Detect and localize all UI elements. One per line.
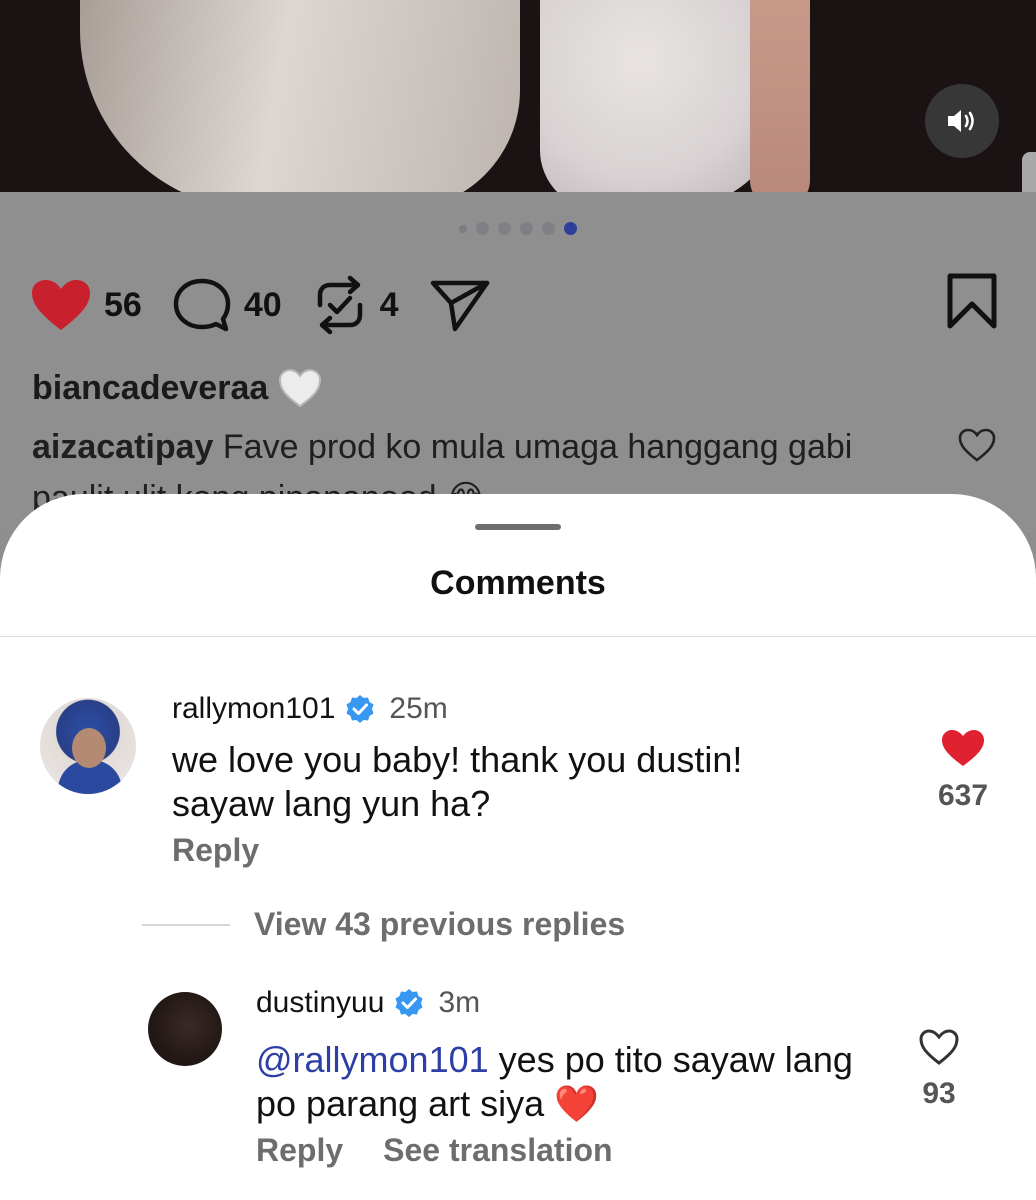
comment-text: @rallymon101 yes po tito sayaw lang po p…	[256, 1039, 853, 1124]
comment-username[interactable]: dustinyuu	[256, 986, 384, 1020]
comment-time: 25m	[389, 692, 448, 725]
paper-plane-icon	[430, 280, 489, 332]
view-replies-label: View 43 previous replies	[254, 906, 626, 942]
thread-line	[142, 923, 230, 926]
heart-outline-icon	[919, 1029, 959, 1065]
sheet-drag-handle[interactable]	[475, 524, 561, 530]
speech-bubble-icon	[173, 278, 231, 332]
carousel-indicator	[0, 222, 1036, 235]
sound-toggle-button[interactable]	[925, 84, 999, 158]
mention-link[interactable]: @rallymon101	[256, 1039, 489, 1080]
see-translation-button[interactable]: See translation	[383, 1132, 612, 1168]
post-actions: 56 40 4	[30, 275, 521, 335]
media-arm	[750, 0, 810, 192]
repost-icon	[317, 275, 362, 335]
reply-actions: Reply See translation	[256, 1132, 613, 1169]
share-button[interactable]	[429, 277, 491, 333]
comment-header: rallymon101 25m	[172, 692, 448, 726]
comment-like-button[interactable]: 637	[938, 728, 988, 813]
avatar[interactable]	[148, 992, 222, 1066]
post-caption: biancadeveraa	[32, 368, 322, 408]
verified-badge-icon	[395, 989, 423, 1017]
save-button[interactable]	[944, 272, 1000, 335]
like-button[interactable]: 56	[30, 278, 142, 332]
repost-button[interactable]: 4	[312, 275, 399, 335]
heart-outline-icon	[958, 428, 996, 462]
comment-time: 3m	[438, 986, 481, 1019]
heart-filled-icon	[942, 730, 984, 766]
sheet-title: Comments	[430, 564, 606, 602]
comments-sheet: Comments rallymon101 25m we love you bab…	[0, 494, 1036, 1200]
view-previous-replies-button[interactable]: View 43 previous replies	[142, 906, 625, 943]
comment-count: 40	[243, 285, 282, 324]
carousel-dot	[542, 222, 555, 235]
divider	[0, 636, 1036, 637]
reply-button[interactable]: Reply	[172, 832, 259, 869]
verified-badge-icon	[346, 695, 374, 723]
comment-like-button[interactable]: 93	[914, 1028, 964, 1111]
comment-like-count: 93	[922, 1077, 956, 1110]
preview-comment-text: Fave prod ko mula umaga hanggang gabi	[222, 428, 853, 466]
post-media[interactable]	[0, 0, 1036, 192]
preview-comment[interactable]: aizacatipay Fave prod ko mula umaga hang…	[32, 428, 852, 467]
repost-count: 4	[379, 285, 399, 324]
comment-like-count: 637	[937, 779, 989, 812]
bookmark-icon	[947, 273, 997, 329]
comment-button[interactable]: 40	[172, 277, 282, 333]
comment-text: we love you baby! thank you dustin! saya…	[172, 739, 743, 824]
media-figure-left	[80, 0, 520, 192]
carousel-dot	[459, 224, 467, 233]
carousel-dot	[498, 222, 511, 235]
carousel-dot	[476, 222, 489, 235]
carousel-dot-active	[564, 222, 577, 235]
speaker-icon	[948, 110, 974, 132]
like-count: 56	[104, 285, 142, 324]
preview-like-button[interactable]	[958, 428, 996, 467]
post-author[interactable]: biancadeveraa	[32, 369, 268, 408]
comment-header: dustinyuu 3m	[256, 986, 480, 1020]
preview-comment-user[interactable]: aizacatipay	[32, 428, 213, 466]
heart-filled-icon	[32, 280, 90, 330]
reply-button[interactable]: Reply	[256, 1132, 343, 1168]
comment-username[interactable]: rallymon101	[172, 692, 335, 726]
avatar[interactable]	[40, 698, 136, 794]
carousel-dot	[520, 222, 533, 235]
heart-emoji-icon	[279, 368, 322, 408]
